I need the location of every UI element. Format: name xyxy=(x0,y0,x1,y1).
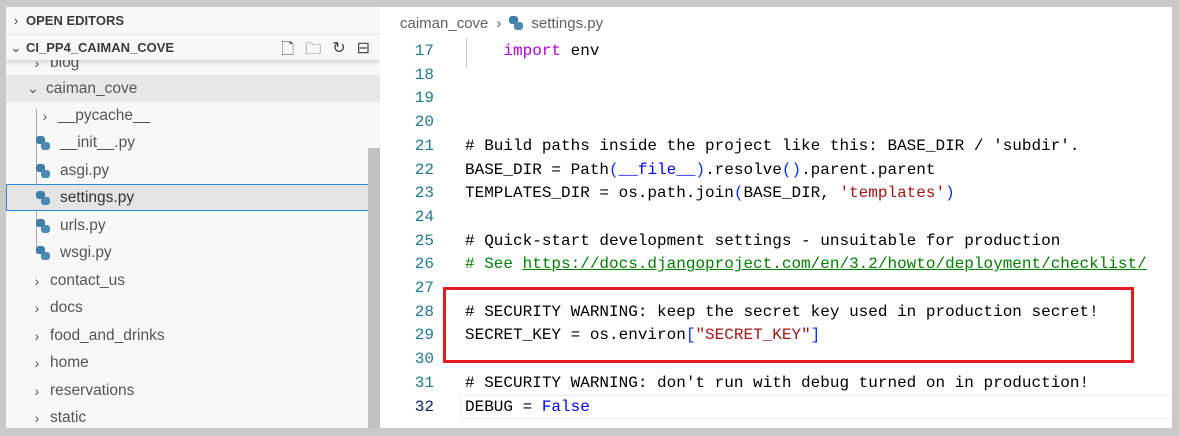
item-label: settings.py xyxy=(60,188,135,206)
project-section[interactable]: ⌄ CI_PP4_CAIMAN_COVE 🗋 🗀 ↻ ⊟ xyxy=(6,34,380,60)
item-label: docs xyxy=(50,298,83,316)
code-line: 32 DEBUG = False xyxy=(414,397,590,416)
code-line: 25 # Quick-start development settings - u… xyxy=(414,231,1061,250)
item-label: static xyxy=(50,408,87,426)
chevron-right-icon: › xyxy=(34,354,40,371)
tree-item-reservations[interactable]: › reservations xyxy=(6,377,380,404)
python-icon xyxy=(36,163,50,178)
item-label: food_and_drinks xyxy=(50,326,165,344)
code-line: 17 import env xyxy=(414,42,600,60)
item-label: __init__.py xyxy=(60,133,135,151)
tree-item-docs[interactable]: › docs xyxy=(6,294,380,321)
breadcrumb-folder[interactable]: caiman_cove xyxy=(400,15,488,32)
tree-item-food-and-drinks[interactable]: › food_and_drinks xyxy=(6,322,380,349)
section-title: OPEN EDITORS xyxy=(26,12,125,28)
vscode-window: › OPEN EDITORS › blog ⌄ CI_PP4_CAIMAN_COVE … xyxy=(6,7,1172,428)
code-editor[interactable]: caiman_cove › settings.py 17 import env … xyxy=(380,7,1172,428)
tree-item-static[interactable]: › static xyxy=(6,404,380,428)
breadcrumb-file[interactable]: settings.py xyxy=(531,15,603,32)
code-line: 24 xyxy=(414,207,434,226)
tree-item-contact-us[interactable]: › contact_us xyxy=(6,267,380,294)
item-label: contact_us xyxy=(50,271,125,289)
refresh-icon[interactable]: ↻ xyxy=(332,38,345,65)
chevron-down-icon: ⌄ xyxy=(10,39,22,55)
python-icon xyxy=(36,190,50,205)
item-label: reservations xyxy=(50,381,135,399)
open-editors-section[interactable]: › OPEN EDITORS xyxy=(6,7,380,33)
python-icon xyxy=(36,135,50,150)
chevron-right-icon: › xyxy=(42,107,48,124)
collapse-all-icon[interactable]: ⊟ xyxy=(357,38,370,65)
tree-item-asgi[interactable]: asgi.py xyxy=(6,157,380,184)
python-icon xyxy=(36,245,50,260)
tree-item-init[interactable]: __init__.py xyxy=(6,129,380,156)
new-file-icon[interactable]: 🗋 xyxy=(281,38,294,65)
chevron-right-icon: › xyxy=(13,12,19,28)
item-label: __pycache__ xyxy=(58,106,151,124)
project-title: CI_PP4_CAIMAN_COVE xyxy=(26,40,175,55)
code-line: 21 # Build paths inside the project like … xyxy=(414,136,1080,155)
tree-item-settings[interactable]: settings.py xyxy=(6,184,380,211)
docs-link[interactable]: https://docs.djangoproject.com/en/3.2/ho… xyxy=(523,255,1147,273)
chevron-right-icon: › xyxy=(496,14,502,32)
tree-item-pycache[interactable]: › __pycache__ xyxy=(6,102,380,129)
chevron-right-icon: › xyxy=(34,409,40,426)
tree-item-caiman-cove[interactable]: ⌄ caiman_cove xyxy=(6,75,380,102)
code-line: 26 # See https://docs.djangoproject.com/e… xyxy=(414,255,1147,274)
chevron-right-icon: › xyxy=(34,327,40,344)
highlight-box xyxy=(443,287,1134,363)
code-line: 23 TEMPLATES_DIR = os.path.join(BASE_DIR,… xyxy=(414,184,955,203)
python-icon xyxy=(36,218,50,233)
chevron-right-icon: › xyxy=(34,272,40,289)
explorer-sidebar: › OPEN EDITORS › blog ⌄ CI_PP4_CAIMAN_COVE … xyxy=(6,7,380,428)
breadcrumb: caiman_cove › settings.py xyxy=(400,10,603,36)
code-line: 31 # SECURITY WARNING: don't run with deb… xyxy=(414,373,1090,392)
code-line: 22 BASE_DIR = Path(__file__).resolve().pa… xyxy=(414,160,936,179)
sidebar-scrollbar[interactable] xyxy=(368,148,380,428)
item-label: wsgi.py xyxy=(60,243,112,261)
chevron-right-icon: › xyxy=(34,299,40,316)
tree-item-wsgi[interactable]: wsgi.py xyxy=(6,239,380,266)
chevron-right-icon: › xyxy=(34,382,40,399)
item-label: home xyxy=(50,353,89,371)
tree-item-urls[interactable]: urls.py xyxy=(6,212,380,239)
new-folder-icon[interactable]: 🗀 xyxy=(305,38,321,65)
item-label: asgi.py xyxy=(60,161,110,179)
code-line: 18 xyxy=(414,65,434,84)
code-line: 19 xyxy=(414,89,434,108)
item-label: urls.py xyxy=(60,216,106,234)
item-label: caiman_cove xyxy=(46,79,138,97)
chevron-down-icon: ⌄ xyxy=(27,80,39,96)
tree-item-home[interactable]: › home xyxy=(6,349,380,376)
python-icon xyxy=(509,16,524,30)
code-line: 20 xyxy=(414,113,434,132)
